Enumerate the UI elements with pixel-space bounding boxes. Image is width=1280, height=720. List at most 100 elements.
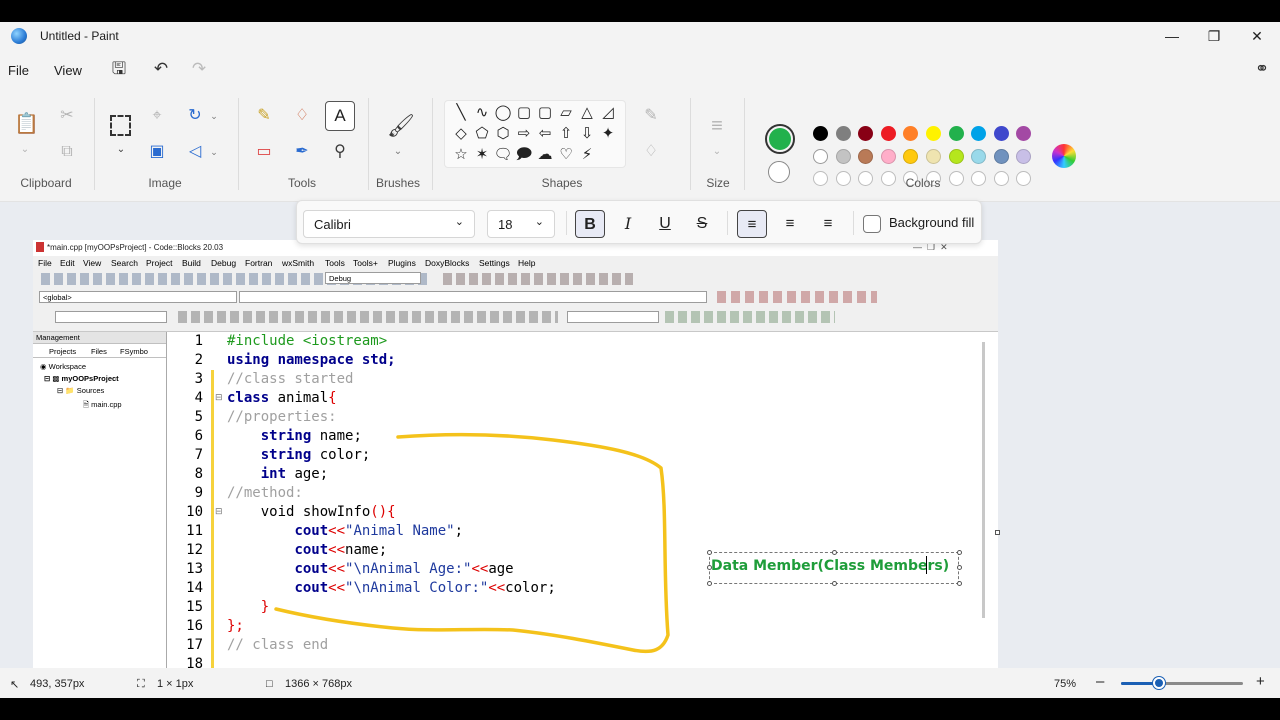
underline-button[interactable]: U (650, 210, 680, 238)
oval-shape-icon[interactable]: ◯ (493, 103, 513, 123)
color-picker-icon[interactable]: ✒ (291, 142, 313, 162)
edit-colors-icon[interactable] (1052, 144, 1076, 168)
resize-icon[interactable]: ▣ (146, 142, 168, 162)
resize-handle[interactable] (957, 550, 962, 555)
redo-icon[interactable]: ↷ (188, 58, 210, 80)
background-fill-checkbox[interactable] (863, 215, 881, 233)
resize-handle[interactable] (957, 565, 962, 570)
color-swatch[interactable] (835, 148, 851, 164)
color-swatch[interactable] (858, 148, 874, 164)
color-swatch[interactable] (858, 171, 874, 186)
line-shape-icon[interactable]: ╲ (451, 103, 471, 123)
paste-icon[interactable]: 📋 (14, 114, 39, 134)
flip-dropdown-icon[interactable]: ⌄ (203, 142, 225, 162)
color-swatch[interactable] (971, 171, 987, 186)
zoom-out-icon[interactable]: – (1096, 673, 1104, 690)
resize-handle[interactable] (832, 581, 837, 586)
resize-handle[interactable] (957, 581, 962, 586)
color1-swatch[interactable] (769, 128, 791, 150)
font-family-select[interactable]: Calibri ⌄ (303, 210, 475, 238)
diamond-shape-icon[interactable]: ◇ (451, 124, 471, 144)
color-swatch[interactable] (880, 126, 896, 141)
color-swatch[interactable] (993, 126, 1009, 141)
down-arrow-shape-icon[interactable]: ⇩ (577, 124, 597, 144)
color-swatch[interactable] (971, 126, 987, 141)
color-swatch[interactable] (926, 126, 941, 141)
triangle-shape-icon[interactable]: △ (577, 103, 597, 123)
fill-icon[interactable]: ♢ (291, 106, 313, 126)
strikethrough-button[interactable]: S (687, 210, 717, 238)
align-center-icon[interactable]: ≡ (775, 210, 805, 238)
font-size-select[interactable]: 18 ⌄ (487, 210, 555, 238)
color-swatch[interactable] (813, 148, 828, 164)
right-arrow-shape-icon[interactable]: ⇨ (514, 124, 534, 144)
rect-callout-shape-icon[interactable]: 🗨 (493, 145, 513, 165)
color-swatch[interactable] (948, 148, 964, 164)
size-icon[interactable]: ≡ (706, 116, 728, 136)
rotate-dropdown-icon[interactable]: ⌄ (203, 106, 225, 126)
color-swatch[interactable] (1016, 171, 1032, 186)
italic-button[interactable]: I (613, 210, 643, 238)
four-point-star-shape-icon[interactable]: ✦ (598, 124, 618, 144)
select-dropdown-icon[interactable]: ⌄ (110, 140, 132, 160)
pencil-icon[interactable]: ✎ (253, 106, 275, 126)
undo-icon[interactable]: ↶ (150, 58, 172, 80)
color-swatch[interactable] (813, 171, 828, 186)
restore-icon[interactable]: ❐ (1203, 26, 1225, 46)
shape-fill-icon[interactable]: ♢ (640, 142, 662, 162)
color-swatch[interactable] (971, 148, 987, 164)
color-swatch[interactable] (993, 171, 1009, 186)
cloud-callout-shape-icon[interactable]: ☁ (535, 145, 555, 165)
share-icon[interactable]: ⚭ (1251, 58, 1273, 80)
eraser-icon[interactable]: ▭ (253, 142, 275, 162)
rounded-rectangle-shape-icon[interactable]: ▢ (535, 103, 555, 123)
crop-icon[interactable]: ⌖ (146, 106, 168, 126)
size-dropdown-icon[interactable]: ⌄ (706, 142, 728, 162)
color-swatch[interactable] (903, 148, 919, 164)
save-icon[interactable]: 🖫 (108, 58, 130, 80)
color-swatch[interactable] (1016, 126, 1032, 141)
menu-view[interactable]: View (54, 63, 82, 78)
heart-shape-icon[interactable]: ♡ (556, 145, 576, 165)
lightning-shape-icon[interactable]: ⚡ (577, 145, 597, 165)
copy-icon[interactable]: ⧉ (56, 142, 78, 162)
paste-dropdown-icon[interactable]: ⌄ (14, 140, 36, 160)
color-swatch[interactable] (813, 126, 828, 141)
zoom-in-icon[interactable]: + (1256, 673, 1265, 690)
zoom-slider-thumb[interactable] (1153, 677, 1165, 689)
color-swatch[interactable] (903, 126, 919, 141)
color-swatch[interactable] (948, 171, 964, 186)
right-triangle-shape-icon[interactable]: ◿ (598, 103, 618, 123)
brush-dropdown-icon[interactable]: ⌄ (387, 142, 409, 162)
oval-callout-shape-icon[interactable]: 🗩 (514, 145, 534, 165)
color-swatch[interactable] (858, 126, 874, 141)
color-swatch[interactable] (880, 171, 896, 186)
curve-shape-icon[interactable]: ∿ (472, 103, 492, 123)
six-point-star-shape-icon[interactable]: ✶ (472, 145, 492, 165)
align-left-icon[interactable]: ≡ (737, 210, 767, 238)
canvas[interactable]: *main.cpp [myOOPsProject] - Code::Blocks… (33, 240, 998, 670)
color-swatch[interactable] (835, 171, 851, 186)
resize-handle[interactable] (707, 581, 712, 586)
bold-button[interactable]: B (575, 210, 605, 238)
pentagon-shape-icon[interactable]: ⬠ (472, 124, 492, 144)
color-swatch[interactable] (835, 126, 851, 141)
color-swatch[interactable] (880, 148, 896, 164)
resize-handle[interactable] (832, 550, 837, 555)
magnifier-icon[interactable]: ⚲ (329, 142, 351, 162)
canvas-resize-handle[interactable] (995, 530, 1000, 535)
left-arrow-shape-icon[interactable]: ⇦ (535, 124, 555, 144)
five-point-star-shape-icon[interactable]: ☆ (451, 145, 471, 165)
select-icon[interactable] (110, 115, 131, 136)
color-swatch[interactable] (993, 148, 1009, 164)
color-swatch[interactable] (1016, 148, 1032, 164)
minimize-icon[interactable]: — (1161, 26, 1183, 46)
cut-icon[interactable]: ✂ (56, 106, 78, 126)
color-swatch[interactable] (948, 126, 964, 141)
polygon-shape-icon[interactable]: ▱ (556, 103, 576, 123)
close-icon[interactable]: ✕ (1246, 26, 1268, 46)
annotation-text[interactable]: Data Member(Class Members) (711, 558, 949, 574)
up-arrow-shape-icon[interactable]: ⇧ (556, 124, 576, 144)
align-right-icon[interactable]: ≡ (813, 210, 843, 238)
rectangle-shape-icon[interactable]: ▢ (514, 103, 534, 123)
